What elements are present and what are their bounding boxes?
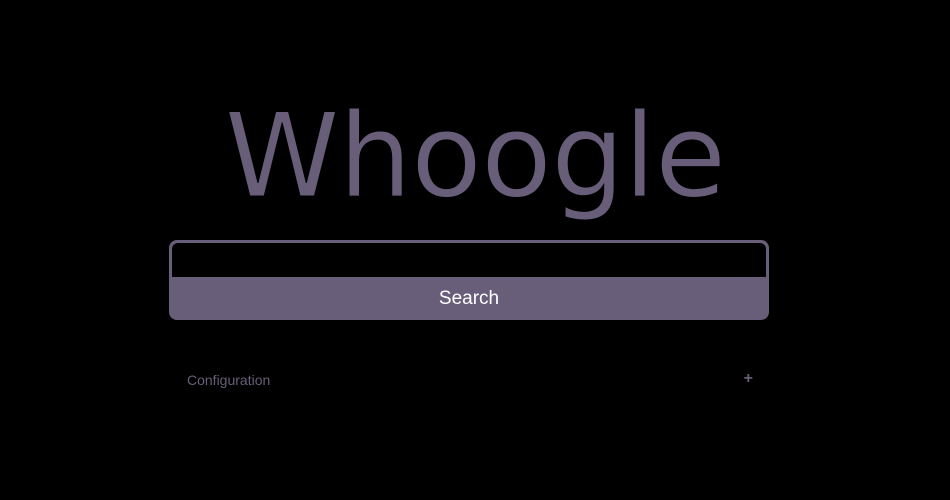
plus-icon[interactable]: + xyxy=(744,370,753,388)
configuration-label: Configuration xyxy=(187,372,271,388)
whoogle-logo: Whoogle xyxy=(224,89,726,224)
search-input[interactable] xyxy=(172,243,766,277)
search-form: Search xyxy=(169,240,769,320)
search-button[interactable]: Search xyxy=(169,278,769,320)
configuration-toggle[interactable]: Configuration + xyxy=(187,370,753,392)
